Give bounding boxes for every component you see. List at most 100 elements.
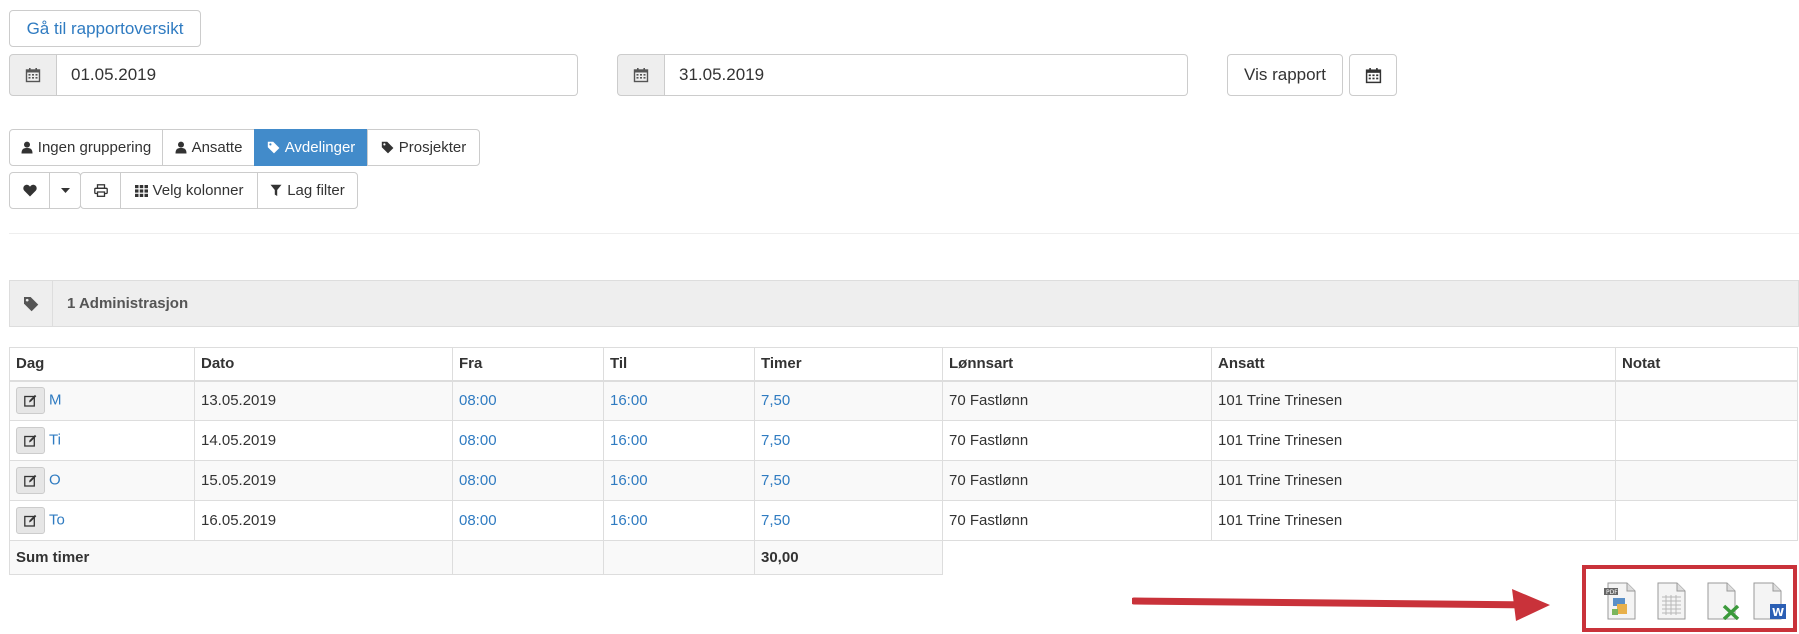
sum-row: Sum timer 30,00 xyxy=(9,540,1798,575)
to-time-link[interactable]: 16:00 xyxy=(610,392,648,409)
table-header-row: Dag Dato Fra Til Timer Lønnsart Ansatt N… xyxy=(9,347,1798,382)
cell-lonnsart: 70 Fastlønn xyxy=(942,460,1212,501)
cell-dato: 15.05.2019 xyxy=(194,460,453,501)
create-filter-label: Lag filter xyxy=(287,182,345,199)
cell-fra: 08:00 xyxy=(452,500,604,541)
edit-entry-button[interactable] xyxy=(16,467,45,494)
date-to-group xyxy=(617,54,1188,96)
cell-lonnsart: 70 Fastlønn xyxy=(942,500,1212,541)
table-row: To 16.05.2019 08:00 16:00 7,50 70 Fastlø… xyxy=(9,500,1798,541)
date-from-input[interactable] xyxy=(57,54,578,96)
edit-icon xyxy=(24,394,37,407)
to-time-link[interactable]: 16:00 xyxy=(610,432,648,449)
table-row: M 13.05.2019 08:00 16:00 7,50 70 Fastløn… xyxy=(9,380,1798,421)
word-file-icon[interactable]: W xyxy=(1752,582,1788,625)
grouping-employees-button[interactable]: Ansatte xyxy=(162,129,255,166)
cell-ansatt: 101 Trine Trinesen xyxy=(1211,500,1616,541)
grouping-none-label: Ingen gruppering xyxy=(37,139,152,156)
sum-label: Sum timer xyxy=(9,540,453,575)
date-to-input[interactable] xyxy=(665,54,1188,96)
show-report-button[interactable]: Vis rapport xyxy=(1227,54,1343,96)
choose-columns-button[interactable]: Velg kolonner xyxy=(120,172,258,209)
cell-timer: 7,50 xyxy=(754,460,943,501)
cell-dato: 13.05.2019 xyxy=(194,380,453,421)
cell-dag: To xyxy=(9,500,195,541)
cell-til: 16:00 xyxy=(603,460,755,501)
column-header-lonnsart[interactable]: Lønnsart xyxy=(942,347,1212,382)
edit-icon xyxy=(24,434,37,447)
grouping-projects-button[interactable]: Prosjekter xyxy=(367,129,480,166)
hours-link[interactable]: 7,50 xyxy=(761,472,790,489)
column-header-dato[interactable]: Dato xyxy=(194,347,453,382)
column-header-fra[interactable]: Fra xyxy=(452,347,604,382)
cell-fra: 08:00 xyxy=(452,380,604,421)
print-icon xyxy=(93,184,108,197)
cell-fra: 08:00 xyxy=(452,460,604,501)
sum-empty-cell xyxy=(452,540,604,575)
day-link[interactable]: O xyxy=(49,471,61,488)
favorite-button[interactable] xyxy=(9,172,50,209)
heart-icon xyxy=(22,184,37,197)
section-divider xyxy=(9,233,1799,234)
caret-down-icon xyxy=(60,187,70,194)
hours-link[interactable]: 7,50 xyxy=(761,512,790,529)
edit-entry-button[interactable] xyxy=(16,387,45,415)
cell-dato: 16.05.2019 xyxy=(194,500,453,541)
print-button[interactable] xyxy=(80,172,121,209)
from-time-link[interactable]: 08:00 xyxy=(459,432,497,449)
cell-notat xyxy=(1615,420,1798,461)
calendar-icon xyxy=(1365,67,1382,84)
table-row: O 15.05.2019 08:00 16:00 7,50 70 Fastløn… xyxy=(9,460,1798,501)
column-header-notat[interactable]: Notat xyxy=(1615,347,1798,382)
to-time-link[interactable]: 16:00 xyxy=(610,472,648,489)
grid-icon xyxy=(134,184,148,197)
report-table: Dag Dato Fra Til Timer Lønnsart Ansatt N… xyxy=(9,347,1798,575)
cell-lonnsart: 70 Fastlønn xyxy=(942,380,1212,421)
sum-empty-cell xyxy=(603,540,755,575)
red-arrow-annotation xyxy=(1132,589,1550,621)
cell-til: 16:00 xyxy=(603,380,755,421)
cell-timer: 7,50 xyxy=(754,380,943,421)
create-filter-button[interactable]: Lag filter xyxy=(257,172,358,209)
edit-entry-button[interactable] xyxy=(16,507,45,534)
grouping-projects-label: Prosjekter xyxy=(398,139,467,156)
cell-dag: M xyxy=(9,380,195,421)
calendar-icon[interactable] xyxy=(617,54,665,96)
user-icon xyxy=(21,141,33,154)
day-link[interactable]: M xyxy=(49,392,62,409)
excel-file-icon[interactable] xyxy=(1704,582,1740,625)
calendar-icon[interactable] xyxy=(9,54,57,96)
tag-icon xyxy=(267,141,280,154)
cell-notat xyxy=(1615,460,1798,501)
grouping-employees-label: Ansatte xyxy=(191,139,243,156)
pdf-file-icon[interactable]: PDF xyxy=(1604,582,1638,625)
date-picker-button[interactable] xyxy=(1349,54,1397,96)
from-time-link[interactable]: 08:00 xyxy=(459,392,497,409)
grouping-departments-button[interactable]: Avdelinger xyxy=(254,129,368,166)
choose-columns-label: Velg kolonner xyxy=(152,182,244,199)
sum-value: 30,00 xyxy=(754,540,943,575)
hours-link[interactable]: 7,50 xyxy=(761,432,790,449)
to-time-link[interactable]: 16:00 xyxy=(610,512,648,529)
day-link[interactable]: Ti xyxy=(49,431,61,448)
column-header-til[interactable]: Til xyxy=(603,347,755,382)
from-time-link[interactable]: 08:00 xyxy=(459,472,497,489)
svg-text:PDF: PDF xyxy=(1606,589,1618,596)
csv-file-icon[interactable] xyxy=(1654,582,1688,625)
cell-ansatt: 101 Trine Trinesen xyxy=(1211,380,1616,421)
column-header-timer[interactable]: Timer xyxy=(754,347,943,382)
grouping-none-button[interactable]: Ingen gruppering xyxy=(9,129,163,166)
favorite-dropdown-button[interactable] xyxy=(49,172,81,209)
edit-icon xyxy=(24,474,37,487)
edit-entry-button[interactable] xyxy=(16,427,45,454)
column-header-ansatt[interactable]: Ansatt xyxy=(1211,347,1616,382)
group-header: 1 Administrasjon xyxy=(9,280,1799,327)
day-link[interactable]: To xyxy=(49,511,65,528)
cell-timer: 7,50 xyxy=(754,500,943,541)
column-header-dag[interactable]: Dag xyxy=(9,347,195,382)
from-time-link[interactable]: 08:00 xyxy=(459,512,497,529)
back-to-report-overview-button[interactable]: Gå til rapportoversikt xyxy=(9,10,201,47)
cell-ansatt: 101 Trine Trinesen xyxy=(1211,460,1616,501)
cell-fra: 08:00 xyxy=(452,420,604,461)
hours-link[interactable]: 7,50 xyxy=(761,392,790,409)
